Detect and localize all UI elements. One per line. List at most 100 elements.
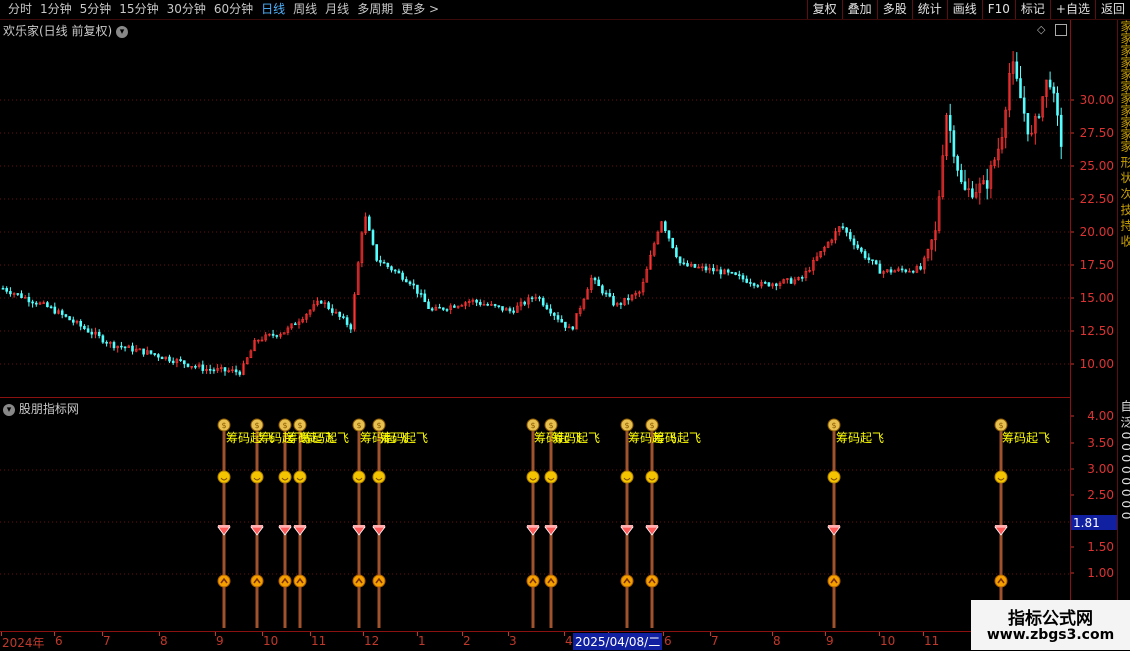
info-side-strip[interactable]: 家家家家家家家家家家家 形 状 次 技 持 收 自 泛 0 0 0 0 0 0 … xyxy=(1117,20,1130,630)
candle-body xyxy=(889,269,893,273)
smiley-icon xyxy=(352,470,366,484)
period-tab-7[interactable]: 周线 xyxy=(289,0,321,19)
price-tick-label: 15.00 xyxy=(1080,291,1114,305)
period-tab-6[interactable]: 日线 xyxy=(257,0,289,19)
side-strip-lower: 自 泛 0 0 0 0 0 0 0 0 xyxy=(1119,400,1130,520)
indicator-tick-label: 1.50 xyxy=(1087,540,1114,554)
period-tab-5[interactable]: 60分钟 xyxy=(210,0,257,19)
candle-body xyxy=(319,300,323,304)
period-tab-2[interactable]: 5分钟 xyxy=(76,0,116,19)
price-tick-label: 25.00 xyxy=(1080,159,1114,173)
candle-body xyxy=(342,316,345,318)
date-axis-tick xyxy=(663,632,664,636)
candlestick-chart[interactable] xyxy=(0,20,1070,396)
period-tab-1[interactable]: 1分钟 xyxy=(36,0,76,19)
candle-body xyxy=(9,291,12,295)
candle-body xyxy=(327,302,330,309)
candle-body xyxy=(194,366,197,368)
price-tick-label: 10.00 xyxy=(1080,357,1114,371)
candle-body xyxy=(767,282,771,287)
candle-body xyxy=(157,354,160,358)
toolbar-button-8[interactable]: 返回 xyxy=(1094,0,1130,19)
toolbar-button-0[interactable]: 复权 xyxy=(806,0,842,19)
candle-body xyxy=(734,272,737,275)
candle-body xyxy=(79,321,82,327)
candle-body xyxy=(1019,78,1022,99)
date-axis-tick xyxy=(1,632,2,636)
candle-body xyxy=(541,298,545,306)
svg-text:$: $ xyxy=(356,421,361,430)
date-axis-tick xyxy=(310,632,311,636)
indicator-chart[interactable]: $ $ $ $ $ $ $ $ $ $ $ $筹码起飞筹码起飞筹码起飞筹码起飞 筹码起飞筹码起飞 筹码起飞… xyxy=(0,398,1070,631)
signal-label: 筹码起飞 xyxy=(836,431,884,445)
signal-label: 筹码起飞 xyxy=(552,431,600,445)
candle-body xyxy=(1056,92,1059,116)
date-axis-label: 8 xyxy=(160,634,168,648)
candle-body xyxy=(179,359,182,361)
candle-body xyxy=(208,369,212,371)
toolbar-button-7[interactable]: +自选 xyxy=(1049,0,1095,19)
toolbar-button-6[interactable]: 标记 xyxy=(1014,0,1050,19)
period-tab-8[interactable]: 月线 xyxy=(321,0,353,19)
date-axis-tick xyxy=(710,632,711,636)
candle-body xyxy=(486,304,490,306)
diamond-icon[interactable]: ◇ xyxy=(1037,23,1045,36)
candle-body xyxy=(1015,61,1019,79)
period-tab-4[interactable]: 30分钟 xyxy=(163,0,210,19)
date-axis-label: 8 xyxy=(773,634,781,648)
price-tick-label: 22.50 xyxy=(1080,192,1114,206)
candle-body xyxy=(663,221,667,232)
date-axis-tick xyxy=(417,632,418,636)
candle-body xyxy=(601,285,604,294)
toolbar-button-3[interactable]: 统计 xyxy=(911,0,947,19)
candle-body xyxy=(712,267,715,272)
candle-body xyxy=(153,353,156,355)
price-chart-panel[interactable]: 欢乐家(日线 前复权) ▾ ◇ xyxy=(0,20,1070,396)
candle-body xyxy=(412,283,416,286)
candle-body xyxy=(789,278,793,284)
period-tab-3[interactable]: 15分钟 xyxy=(115,0,162,19)
diamond-icon xyxy=(544,525,558,536)
candle-body xyxy=(401,272,404,280)
candle-body xyxy=(183,360,186,365)
candle-body xyxy=(545,304,549,310)
candle-body xyxy=(27,297,31,303)
chevron-down-icon[interactable]: ▾ xyxy=(116,25,129,38)
candle-body xyxy=(671,237,675,249)
period-tab-0[interactable]: 分时 xyxy=(4,0,36,19)
side-strip-text: 家家家家家家家家家家家 形 状 次 技 持 收 xyxy=(1119,20,1130,247)
candle-body xyxy=(704,266,708,271)
candle-body xyxy=(678,256,682,264)
candle-body xyxy=(512,310,515,313)
window-toggle-icon[interactable] xyxy=(1055,24,1067,36)
date-axis-tick xyxy=(363,632,364,636)
candle-body xyxy=(756,285,760,287)
svg-text:$: $ xyxy=(221,421,226,430)
watermark-logo: 指标公式网 www.zbgs3.com xyxy=(971,600,1130,650)
toolbar-button-2[interactable]: 多股 xyxy=(876,0,912,19)
toolbar-button-4[interactable]: 画线 xyxy=(946,0,982,19)
candle-body xyxy=(682,262,686,265)
candle-body xyxy=(763,282,767,284)
chevron-down-icon[interactable]: ▾ xyxy=(3,403,15,416)
candle-body xyxy=(86,328,90,333)
candle-body xyxy=(427,301,430,309)
candle-body xyxy=(538,297,541,299)
date-axis-tick xyxy=(462,632,463,636)
indicator-tick-label: 1.00 xyxy=(1087,566,1114,580)
candle-body xyxy=(371,230,375,245)
price-tick-label: 27.50 xyxy=(1080,126,1114,140)
indicator-tick-label: 4.00 xyxy=(1087,409,1114,423)
toolbar-button-5[interactable]: F10 xyxy=(981,0,1015,19)
candle-body xyxy=(83,325,86,329)
period-tab-10[interactable]: 更多 > xyxy=(397,0,443,19)
date-axis-label: 11 xyxy=(924,634,940,648)
indicator-panel[interactable]: $ $ $ $ $ $ $ $ $ $ $ $ 筹码起飞 筹码起飞 筹码起飞 筹码起飞 筹码起飞 筹码起飞 筹码起飞… xyxy=(0,397,1070,631)
period-tab-9[interactable]: 多周期 xyxy=(353,0,397,19)
candle-body xyxy=(497,305,501,307)
period-tabs: 分时 1分钟 5分钟 15分钟 30分钟 60分钟 日线 周线 月线 多周期 更多 > xyxy=(4,0,443,19)
crosshair-date-label: 2025/04/08/二 xyxy=(573,633,663,650)
toolbar-button-1[interactable]: 叠加 xyxy=(841,0,877,19)
candle-body xyxy=(90,331,94,335)
smiley-icon xyxy=(372,470,386,484)
